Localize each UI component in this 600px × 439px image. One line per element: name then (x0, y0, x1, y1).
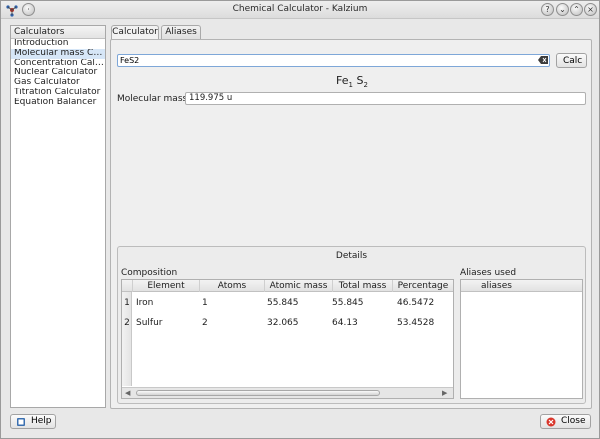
formula-element-1: Fe (336, 74, 349, 87)
calc-item-introduction[interactable]: Introduction (11, 39, 105, 49)
calc-item-titration[interactable]: Titration Calculator (11, 88, 105, 98)
help-label: Help (31, 416, 52, 426)
cell-total-mass[interactable]: 64.13 (332, 318, 358, 328)
tab-aliases[interactable]: Aliases (161, 25, 201, 39)
composition-header-row: Element Atoms Atomic mass Total mass Per… (122, 280, 453, 292)
aliases-used-label: Aliases used (460, 268, 517, 278)
cell-percentage[interactable]: 53.4528 (397, 318, 434, 328)
calc-button[interactable]: Calc (556, 53, 587, 68)
calc-item-gas[interactable]: Gas Calculator (11, 78, 105, 88)
aliases-list[interactable]: aliases (460, 279, 583, 399)
column-atomic-mass[interactable]: Atomic mass (264, 280, 332, 292)
formula-count-1: 1 (348, 81, 353, 90)
details-group: Details Composition Aliases used Element… (117, 246, 586, 404)
minimize-icon[interactable]: ⌄ (556, 3, 569, 16)
calculators-header: Calculators (11, 26, 105, 39)
column-element[interactable]: Element (132, 280, 199, 292)
tab-calculator[interactable]: Calculator (111, 25, 159, 40)
cell-total-mass[interactable]: 55.845 (332, 298, 364, 308)
column-atoms[interactable]: Atoms (199, 280, 264, 292)
help-icon (17, 418, 25, 426)
cell-atoms[interactable]: 1 (202, 298, 208, 308)
molecular-mass-label: Molecular mass: (117, 94, 191, 104)
molecular-mass-value[interactable]: 119.975 u (185, 92, 586, 105)
close-button[interactable]: Close (540, 414, 591, 429)
calculator-pane: Calc Fe1 S2 Molecular mass: 119.975 u De… (110, 39, 592, 409)
calculator-window: · Chemical Calculator - Kalzium ? ⌄ ⌃ × … (0, 0, 600, 439)
row-number[interactable]: 2 (122, 318, 132, 328)
title-bar[interactable]: · Chemical Calculator - Kalzium ? ⌄ ⌃ × (1, 1, 599, 19)
window-title: Chemical Calculator - Kalzium (232, 4, 368, 14)
calc-item-equation-balancer[interactable]: Equation Balancer (11, 98, 105, 108)
formula-display: Fe1 S2 (111, 74, 593, 89)
scroll-left-icon[interactable]: ◀ (125, 389, 130, 397)
close-icon (546, 417, 556, 427)
scrollbar-thumb[interactable] (136, 390, 380, 396)
row-number[interactable]: 1 (122, 298, 132, 308)
horizontal-scrollbar[interactable]: ◀ ▶ (122, 387, 453, 398)
formula-input[interactable] (117, 54, 550, 67)
cell-atomic-mass[interactable]: 32.065 (267, 318, 299, 328)
cell-percentage[interactable]: 46.5472 (397, 298, 434, 308)
cell-atomic-mass[interactable]: 55.845 (267, 298, 299, 308)
column-total-mass[interactable]: Total mass (332, 280, 392, 292)
calculators-list: Calculators Introduction Molecular mass … (10, 25, 106, 408)
close-window-icon[interactable]: × (584, 3, 597, 16)
calc-item-nuclear[interactable]: Nuclear Calculator (11, 68, 105, 78)
cell-element[interactable]: Sulfur (136, 318, 163, 328)
composition-label: Composition (121, 268, 178, 278)
clear-input-icon[interactable] (538, 56, 548, 64)
column-aliases[interactable]: aliases (461, 280, 582, 292)
cell-element[interactable]: Iron (136, 298, 153, 308)
calc-item-concentration[interactable]: Concentration Calcul... (11, 59, 105, 69)
help-title-icon[interactable]: ? (541, 3, 554, 16)
composition-table[interactable]: Element Atoms Atomic mass Total mass Per… (121, 279, 454, 399)
help-button[interactable]: Help (10, 414, 56, 429)
column-percentage[interactable]: Percentage (392, 280, 453, 292)
cell-atoms[interactable]: 2 (202, 318, 208, 328)
details-title: Details (335, 251, 368, 261)
scroll-right-icon[interactable]: ▶ (442, 389, 447, 397)
maximize-icon[interactable]: ⌃ (570, 3, 583, 16)
close-label: Close (561, 416, 586, 426)
formula-count-2: 2 (363, 81, 368, 90)
calc-item-molecular-mass[interactable]: Molecular mass Calc... (11, 48, 105, 59)
